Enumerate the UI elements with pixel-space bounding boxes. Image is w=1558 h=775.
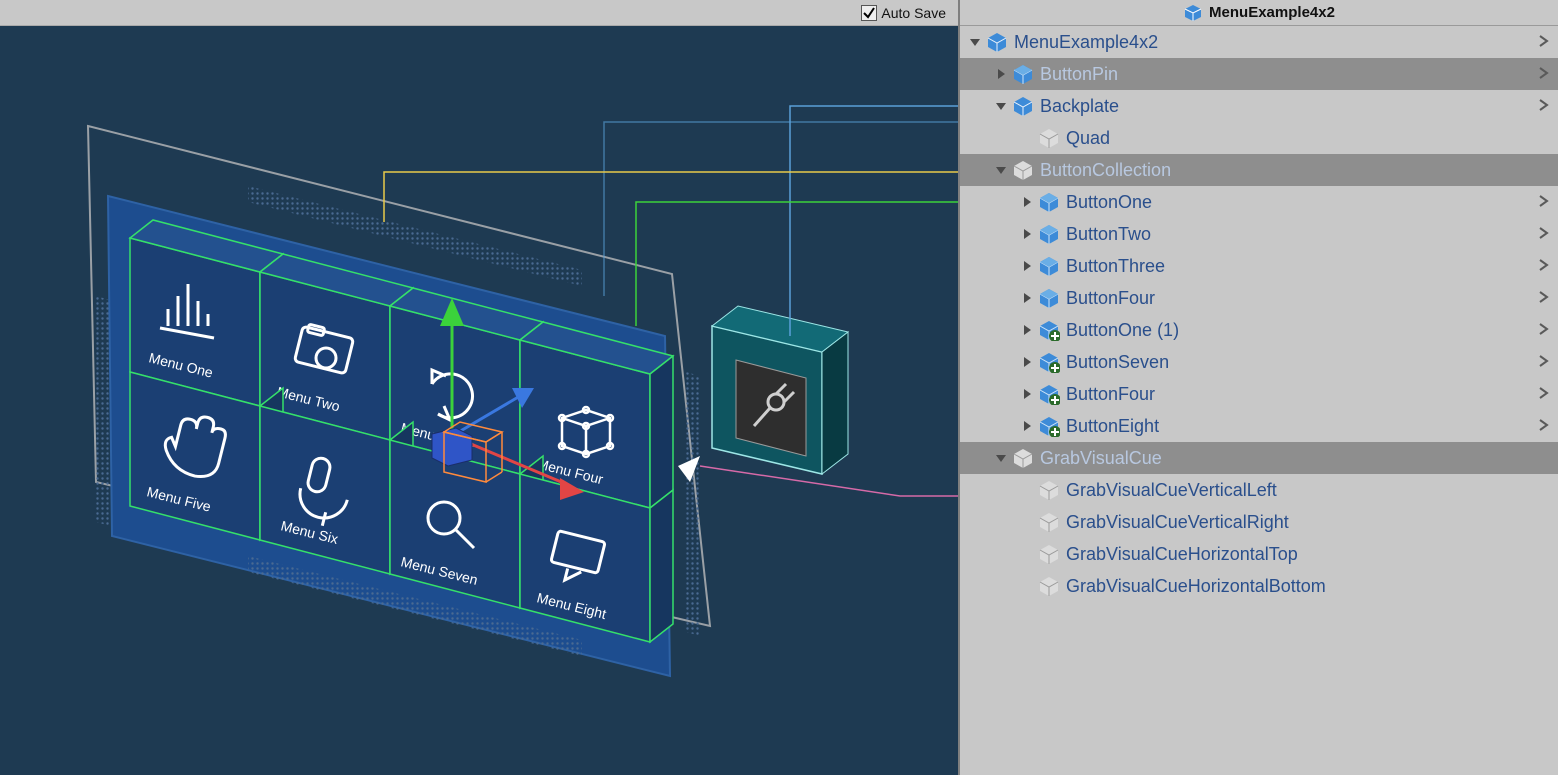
- cube-grey-icon: [1012, 159, 1034, 181]
- arrow-down-icon[interactable]: [994, 164, 1008, 176]
- chevron-right-icon[interactable]: [1538, 26, 1550, 58]
- arrow-right-icon[interactable]: [994, 68, 1008, 80]
- hierarchy-label: GrabVisualCueHorizontalBottom: [1066, 570, 1550, 602]
- pin-button-cube[interactable]: [712, 306, 848, 474]
- hierarchy-row-buttonseven[interactable]: ButtonSeven: [960, 346, 1558, 378]
- hierarchy-row-buttonfour[interactable]: ButtonFour: [960, 282, 1558, 314]
- prefab-icon: [1012, 95, 1034, 117]
- hierarchy-row-buttonone[interactable]: ButtonOne: [960, 186, 1558, 218]
- scene-svg: Menu One Menu Two: [0, 26, 958, 775]
- arrow-right-icon[interactable]: [1020, 324, 1034, 336]
- hierarchy-label: Quad: [1066, 122, 1550, 154]
- hierarchy-row-buttoneight[interactable]: ButtonEight: [960, 410, 1558, 442]
- checkbox-icon: [861, 5, 877, 21]
- hierarchy-label: GrabVisualCueVerticalRight: [1066, 506, 1550, 538]
- hierarchy-label: ButtonOne: [1066, 186, 1538, 218]
- chevron-right-icon[interactable]: [1538, 282, 1550, 314]
- hierarchy-label: ButtonFour: [1066, 378, 1538, 410]
- hierarchy-tree[interactable]: MenuExample4x2ButtonPinBackplateQuadButt…: [960, 26, 1558, 775]
- chevron-right-icon[interactable]: [1538, 58, 1550, 90]
- arrow-right-icon[interactable]: [1020, 196, 1034, 208]
- hierarchy-row-buttoncollection[interactable]: ButtonCollection: [960, 154, 1558, 186]
- prefab-plus-icon: [1038, 383, 1060, 405]
- prefab-variant-icon: [1038, 191, 1060, 213]
- arrow-right-icon[interactable]: [1020, 228, 1034, 240]
- hierarchy-label: ButtonCollection: [1040, 154, 1550, 186]
- hierarchy-label: GrabVisualCueVerticalLeft: [1066, 474, 1550, 506]
- prefab-variant-icon: [1012, 63, 1034, 85]
- hierarchy-row-backplate[interactable]: Backplate: [960, 90, 1558, 122]
- prefab-variant-icon: [1038, 223, 1060, 245]
- chevron-right-icon[interactable]: [1538, 186, 1550, 218]
- auto-save-label: Auto Save: [881, 5, 946, 21]
- cube-grey-icon: [1038, 511, 1060, 533]
- arrow-right-icon[interactable]: [1020, 292, 1034, 304]
- scene-viewport[interactable]: Menu One Menu Two: [0, 26, 958, 775]
- chevron-right-icon[interactable]: [1538, 218, 1550, 250]
- cube-grey-icon: [1038, 575, 1060, 597]
- hierarchy-label: ButtonFour: [1066, 282, 1538, 314]
- chevron-right-icon[interactable]: [1538, 90, 1550, 122]
- cube-grey-icon: [1038, 127, 1060, 149]
- hierarchy-row-grabvisualcuehorizontaltop[interactable]: GrabVisualCueHorizontalTop: [960, 538, 1558, 570]
- hierarchy-label: ButtonSeven: [1066, 346, 1538, 378]
- arrow-right-icon[interactable]: [1020, 356, 1034, 368]
- arrow-right-icon[interactable]: [1020, 388, 1034, 400]
- grab-cue-right: [686, 372, 700, 636]
- hierarchy-row-buttontwo[interactable]: ButtonTwo: [960, 218, 1558, 250]
- hierarchy-label: GrabVisualCue: [1040, 442, 1550, 474]
- hierarchy-title: MenuExample4x2: [1209, 4, 1335, 21]
- hierarchy-label: ButtonOne (1): [1066, 314, 1538, 346]
- grab-cue-left: [96, 296, 110, 526]
- scene-panel: Auto Save: [0, 0, 958, 775]
- prefab-plus-icon: [1038, 351, 1060, 373]
- hierarchy-row-buttonfour[interactable]: ButtonFour: [960, 378, 1558, 410]
- cube-grey-icon: [1038, 479, 1060, 501]
- hierarchy-row-grabvisualcue[interactable]: GrabVisualCue: [960, 442, 1558, 474]
- arrow-down-icon[interactable]: [968, 36, 982, 48]
- hierarchy-row-grabvisualcuehorizontalbottom[interactable]: GrabVisualCueHorizontalBottom: [960, 570, 1558, 602]
- hierarchy-row-grabvisualcueverticalright[interactable]: GrabVisualCueVerticalRight: [960, 506, 1558, 538]
- prefab-variant-icon: [1038, 255, 1060, 277]
- chevron-right-icon[interactable]: [1538, 378, 1550, 410]
- chevron-right-icon[interactable]: [1538, 410, 1550, 442]
- hierarchy-panel: MenuExample4x2 MenuExample4x2ButtonPinBa…: [958, 0, 1558, 775]
- arrow-down-icon[interactable]: [994, 452, 1008, 464]
- cube-grey-icon: [1038, 543, 1060, 565]
- scene-topbar: Auto Save: [0, 0, 958, 26]
- hierarchy-row-menuexample4x2[interactable]: MenuExample4x2: [960, 26, 1558, 58]
- hierarchy-label: MenuExample4x2: [1014, 26, 1538, 58]
- cube-grey-icon: [1012, 447, 1034, 469]
- prefab-variant-icon: [1038, 287, 1060, 309]
- chevron-right-icon[interactable]: [1538, 250, 1550, 282]
- hierarchy-header: MenuExample4x2: [960, 0, 1558, 26]
- auto-save-toggle[interactable]: Auto Save: [861, 5, 946, 21]
- chevron-right-icon[interactable]: [1538, 346, 1550, 378]
- hierarchy-row-buttonpin[interactable]: ButtonPin: [960, 58, 1558, 90]
- hierarchy-row-quad[interactable]: Quad: [960, 122, 1558, 154]
- hierarchy-label: ButtonThree: [1066, 250, 1538, 282]
- hierarchy-label: ButtonTwo: [1066, 218, 1538, 250]
- hierarchy-row-buttonone-1-[interactable]: ButtonOne (1): [960, 314, 1558, 346]
- hierarchy-row-buttonthree[interactable]: ButtonThree: [960, 250, 1558, 282]
- prefab-plus-icon: [1038, 319, 1060, 341]
- arrow-right-icon[interactable]: [1020, 420, 1034, 432]
- hierarchy-row-grabvisualcueverticalleft[interactable]: GrabVisualCueVerticalLeft: [960, 474, 1558, 506]
- hierarchy-label: ButtonEight: [1066, 410, 1538, 442]
- prefab-plus-icon: [1038, 415, 1060, 437]
- chevron-right-icon[interactable]: [1538, 314, 1550, 346]
- hierarchy-label: Backplate: [1040, 90, 1538, 122]
- arrow-right-icon[interactable]: [1020, 260, 1034, 272]
- hierarchy-label: GrabVisualCueHorizontalTop: [1066, 538, 1550, 570]
- hierarchy-label: ButtonPin: [1040, 58, 1538, 90]
- prefab-icon: [1183, 3, 1203, 23]
- prefab-icon: [986, 31, 1008, 53]
- arrow-down-icon[interactable]: [994, 100, 1008, 112]
